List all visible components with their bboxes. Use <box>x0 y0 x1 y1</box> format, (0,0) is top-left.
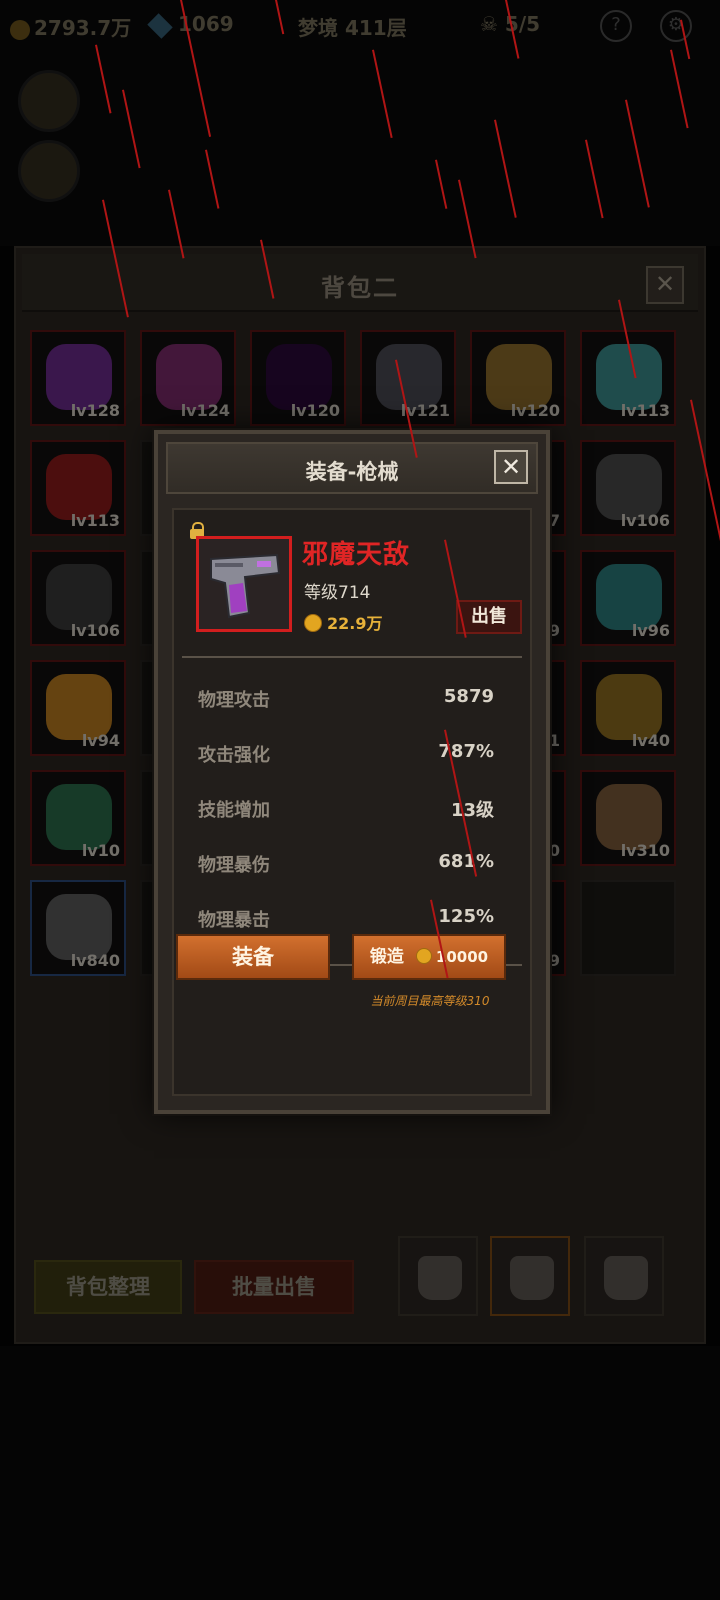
pistol-icon <box>196 536 292 632</box>
stat-value: 13级 <box>450 800 494 821</box>
stat-label: 技能增加 <box>198 800 270 821</box>
dialog-close-button[interactable]: ✕ <box>494 450 528 484</box>
gold-coin-icon <box>10 19 30 40</box>
stat-label: 攻击强化 <box>198 745 270 766</box>
stat-row: 物理暴击 125% <box>198 906 494 936</box>
rain-streak <box>670 49 689 129</box>
dialog-title: 装备-枪械 <box>305 460 399 484</box>
gem-counter: 1069 <box>147 12 234 39</box>
item-sell-price: 22.9万 <box>304 610 382 634</box>
rain-streak <box>122 89 141 169</box>
stat-label: 物理暴击 <box>198 910 270 931</box>
help-icon[interactable]: ? <box>600 10 632 42</box>
gold-coin-icon <box>304 614 322 632</box>
settings-icon[interactable]: ⚙ <box>660 10 692 42</box>
skull-icon: ☠ <box>480 12 498 36</box>
hero-portrait <box>18 70 80 132</box>
divider <box>182 656 522 658</box>
gem-icon <box>147 12 173 39</box>
stat-value: 681% <box>438 851 494 872</box>
stat-value: 125% <box>438 906 494 927</box>
rain-streak <box>205 149 220 209</box>
forge-level-note: 当前周目最高等级310 <box>370 994 490 1008</box>
stat-label: 物理暴伤 <box>198 855 270 876</box>
rain-streak <box>435 159 448 209</box>
stat-value: 5879 <box>443 686 494 707</box>
dungeon-floor[interactable]: 梦境 411层 <box>298 12 407 41</box>
forge-button[interactable]: 锻造 10000 <box>352 934 506 980</box>
item-level: 等级714 <box>304 583 371 603</box>
rain-streak <box>372 49 393 139</box>
gold-counter: 2793.7万 <box>10 12 131 41</box>
sell-button[interactable]: 出售 <box>456 600 522 634</box>
stat-label: 物理攻击 <box>198 690 270 711</box>
rain-streak <box>494 119 517 218</box>
stat-row: 技能增加 13级 <box>198 796 494 826</box>
top-hud: 2793.7万 1069 梦境 411层 ☠ 5/5 ? ⚙ <box>0 0 720 56</box>
rain-streak <box>585 139 604 219</box>
dialog-header: 装备-枪械 ✕ <box>166 442 538 494</box>
equipment-dialog: 装备-枪械 ✕ 邪魔天敌 等级714 22.9万 出售 物理攻击 5879 攻击强化… <box>154 430 550 1114</box>
stat-row: 物理攻击 5879 <box>198 686 494 716</box>
equip-button[interactable]: 装备 <box>176 934 330 980</box>
item-name: 邪魔天敌 <box>302 540 411 570</box>
rain-streak <box>625 99 650 208</box>
gold-coin-icon <box>415 948 432 964</box>
stat-row: 物理暴伤 681% <box>198 851 494 881</box>
hero-portrait <box>18 140 80 202</box>
